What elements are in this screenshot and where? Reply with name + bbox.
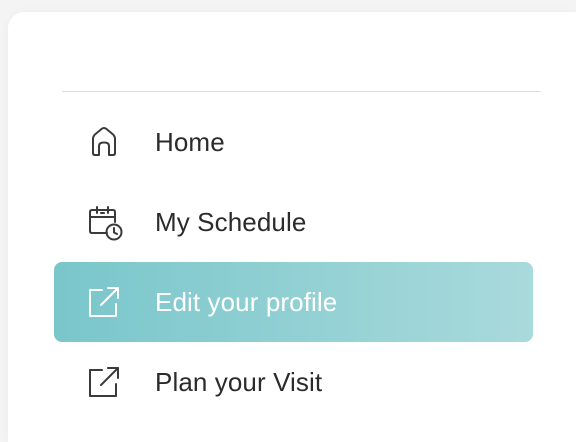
navigation-menu: Home My Schedule Edit your profile Plan … — [54, 102, 533, 422]
menu-item-label: Home — [155, 126, 225, 157]
menu-item-plan-visit[interactable]: Plan your Visit — [54, 342, 533, 422]
menu-item-my-schedule[interactable]: My Schedule — [54, 182, 533, 262]
calendar-clock-icon — [83, 201, 125, 243]
menu-item-label: Plan your Visit — [155, 366, 323, 397]
home-icon — [83, 121, 125, 163]
external-link-icon — [83, 281, 125, 323]
menu-item-label: My Schedule — [155, 206, 307, 237]
menu-item-edit-profile[interactable]: Edit your profile — [54, 262, 533, 342]
menu-divider — [62, 91, 541, 92]
menu-item-label: Edit your profile — [155, 286, 338, 317]
external-link-icon — [83, 361, 125, 403]
menu-item-home[interactable]: Home — [54, 102, 533, 182]
